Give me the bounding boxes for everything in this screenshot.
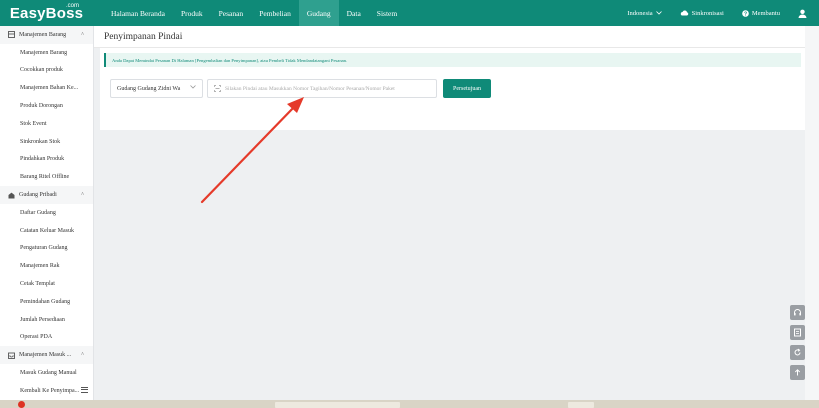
sidebar-item-label: Kembali Ke Penyimpa...	[20, 387, 80, 394]
sidebar-item-barang-ritel-offline[interactable]: Barang Ritel Offline	[0, 168, 93, 186]
sidebar-item-pindahkan-produk[interactable]: Pindahkan Produk	[0, 151, 93, 169]
user-avatar-button[interactable]	[798, 9, 807, 18]
sidebar-item-kembali-ke-penyimpanan[interactable]: Kembali Ke Penyimpa...	[0, 382, 93, 400]
scan-input-wrapper	[207, 79, 437, 98]
warehouse-select[interactable]: Gudang Gudang Zidni Wa	[110, 79, 203, 98]
sidebar-group-label: Manajemen Barang	[19, 31, 67, 38]
collapse-menu-icon[interactable]	[81, 386, 88, 393]
user-icon	[798, 9, 807, 18]
refresh-icon[interactable]	[790, 345, 805, 360]
scan-panel: Anda Dapat Memindai Pesanan Di Halaman […	[100, 48, 805, 130]
chevron-down-icon	[655, 11, 662, 15]
help-button[interactable]: ? Membantu	[742, 10, 780, 17]
sidebar-item-cetak-templat[interactable]: Cetak Templat	[0, 275, 93, 293]
sidebar-item-pemindahan-gudang[interactable]: Pemindahan Gudang	[0, 293, 93, 311]
sync-label: Sinkronisasi	[691, 9, 724, 17]
nav-item-data[interactable]: Data	[339, 0, 369, 26]
nav-item-sistem[interactable]: Sistem	[369, 0, 405, 26]
nav-item-pesanan[interactable]: Pesanan	[211, 0, 252, 26]
sidebar-item-manajemen-bahan[interactable]: Manajemen Bahan Ke...	[0, 79, 93, 97]
svg-text:?: ?	[744, 11, 747, 17]
document-icon[interactable]	[790, 325, 805, 340]
info-notice: Anda Dapat Memindai Pesanan Di Halaman […	[104, 53, 801, 67]
sidebar-item-sinkronkan-stok[interactable]: Sinkronkan Stok	[0, 133, 93, 151]
headset-icon[interactable]	[790, 305, 805, 320]
top-navbar: EasyBoss .com Halaman Beranda Produk Pes…	[0, 0, 819, 26]
nav-item-beranda[interactable]: Halaman Beranda	[103, 0, 173, 26]
scan-input[interactable]	[225, 85, 435, 92]
chevron-down-icon	[190, 85, 196, 91]
os-taskbar	[0, 400, 819, 408]
sidebar-item-jumlah-persediaan[interactable]: Jumlah Persediaan	[0, 311, 93, 329]
taskbar-item[interactable]	[568, 402, 594, 408]
sidebar-item-masuk-gudang-manual[interactable]: Masuk Gudang Manual	[0, 364, 93, 382]
chevron-up-icon: ^	[81, 31, 84, 38]
back-to-top-icon[interactable]	[790, 365, 805, 380]
right-scroll-area	[805, 26, 819, 400]
nav-item-produk[interactable]: Produk	[173, 0, 211, 26]
sync-button[interactable]: Sinkronisasi	[680, 10, 724, 17]
sidebar-item-manajemen-rak[interactable]: Manajemen Rak	[0, 257, 93, 275]
sidebar-item-stok-event[interactable]: Stok Event	[0, 115, 93, 133]
app-indicator-icon[interactable]	[18, 401, 25, 408]
language-label: Indonesia	[627, 9, 653, 17]
scan-icon	[214, 85, 221, 92]
warehouse-icon	[7, 191, 15, 199]
confirm-button[interactable]: Persetujuan	[443, 79, 491, 98]
sidebar-item-pengaturan-gudang[interactable]: Pengaturan Gudang	[0, 240, 93, 258]
sidebar-group-label: Gudang Pribadi	[19, 192, 57, 199]
nav-item-gudang[interactable]: Gudang	[298, 0, 339, 26]
help-label: Membantu	[751, 9, 780, 17]
sidebar-item-cocokkan-produk[interactable]: Cocokkan produk	[0, 62, 93, 80]
main-nav: Halaman Beranda Produk Pesanan Pembelian…	[103, 0, 405, 26]
cloud-icon	[680, 10, 688, 16]
sidebar-group-label: Manajemen Masuk ...	[19, 352, 72, 359]
app-window: EasyBoss .com Halaman Beranda Produk Pes…	[0, 0, 819, 408]
logo-suffix: .com	[65, 3, 79, 9]
sidebar-item-produk-dorongan[interactable]: Produk Dorongan	[0, 97, 93, 115]
logo[interactable]: EasyBoss .com	[0, 0, 93, 26]
sidebar-item-manajemen-barang[interactable]: Manajemen Barang	[0, 44, 93, 62]
page-title: Penyimpanan Pindai	[94, 26, 805, 48]
inbox-icon	[7, 351, 15, 359]
sidebar: Manajemen Barang ^ Manajemen Barang Coco…	[0, 26, 94, 400]
question-circle-icon: ?	[742, 9, 749, 17]
sidebar-item-daftar-gudang[interactable]: Daftar Gudang	[0, 204, 93, 222]
sidebar-item-operasi-pda[interactable]: Operasi PDA	[0, 329, 93, 347]
sidebar-group-gudang-pribadi[interactable]: Gudang Pribadi ^	[0, 186, 93, 204]
floating-toolbar	[790, 305, 805, 385]
sidebar-group-manajemen-masuk[interactable]: Manajemen Masuk ... ^	[0, 346, 93, 365]
header-tools: Indonesia Sinkronisasi ? Membantu	[609, 0, 819, 26]
taskbar-item[interactable]	[275, 402, 400, 408]
chevron-up-icon: ^	[81, 352, 84, 359]
language-selector[interactable]: Indonesia	[627, 9, 662, 17]
box-icon	[7, 31, 15, 39]
sidebar-item-catatan-keluar-masuk[interactable]: Catatan Keluar Masuk	[0, 222, 93, 240]
main-content: Penyimpanan Pindai Anda Dapat Memindai P…	[94, 26, 805, 400]
warehouse-select-value: Gudang Gudang Zidni Wa	[117, 85, 181, 92]
sidebar-group-manajemen-barang[interactable]: Manajemen Barang ^	[0, 26, 93, 44]
chevron-up-icon: ^	[81, 192, 84, 199]
nav-item-pembelian[interactable]: Pembelian	[251, 0, 299, 26]
